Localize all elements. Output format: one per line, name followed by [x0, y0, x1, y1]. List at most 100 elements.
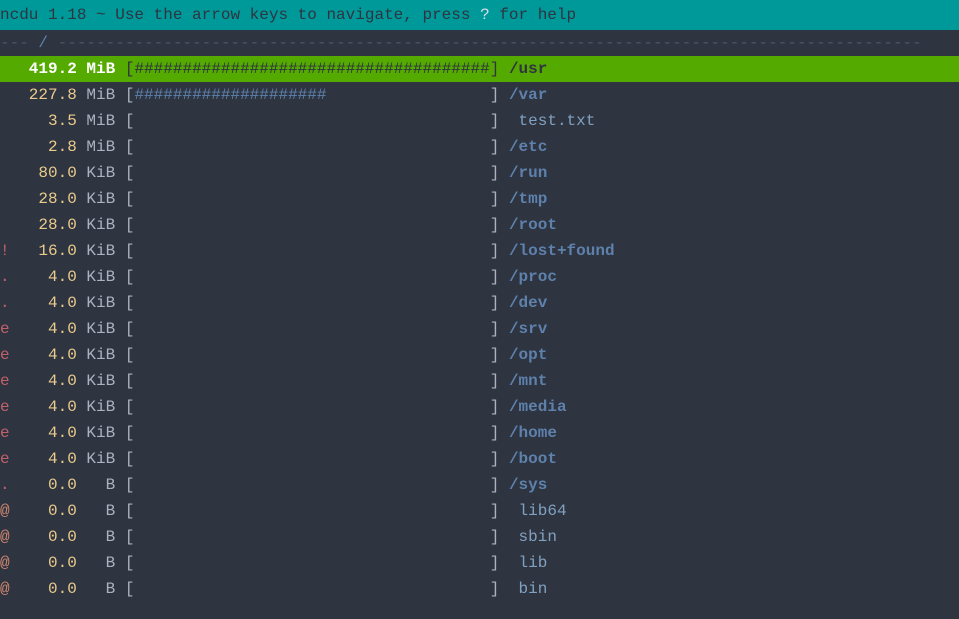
list-item[interactable]: e 4.0 KiB [ ] /srv	[0, 316, 959, 342]
list-item[interactable]: . 4.0 KiB [ ] /proc	[0, 264, 959, 290]
row-name: /tmp	[509, 190, 547, 208]
row-name: /srv	[509, 320, 547, 338]
row-flag: e	[0, 342, 10, 368]
size-bar	[134, 372, 489, 390]
list-item[interactable]: @ 0.0 B [ ] bin	[0, 576, 959, 602]
row-size: 4.0	[10, 372, 77, 390]
list-item[interactable]: e 4.0 KiB [ ] /mnt	[0, 368, 959, 394]
row-unit: KiB	[86, 164, 115, 182]
row-size: 80.0	[10, 164, 77, 182]
row-flag	[0, 134, 10, 160]
row-unit: KiB	[86, 268, 115, 286]
list-item[interactable]: . 0.0 B [ ] /sys	[0, 472, 959, 498]
row-name: /mnt	[509, 372, 547, 390]
size-bar	[134, 424, 489, 442]
bracket-open: [	[125, 242, 135, 260]
list-item[interactable]: 80.0 KiB [ ] /run	[0, 160, 959, 186]
row-size: 4.0	[10, 268, 77, 286]
row-flag: .	[0, 290, 10, 316]
row-unit: B	[86, 502, 115, 520]
row-unit: KiB	[86, 242, 115, 260]
bracket-open: [	[125, 268, 135, 286]
bracket-open: [	[125, 190, 135, 208]
row-size: 0.0	[10, 502, 77, 520]
row-flag	[0, 108, 10, 134]
row-flag	[0, 160, 10, 186]
row-unit: KiB	[86, 320, 115, 338]
row-flag: !	[0, 238, 10, 264]
size-bar	[134, 138, 489, 156]
row-size: 0.0	[10, 580, 77, 598]
bracket-open: [	[125, 502, 135, 520]
bracket-close: ]	[490, 242, 500, 260]
list-item[interactable]: ! 16.0 KiB [ ] /lost+found	[0, 238, 959, 264]
bracket-open: [	[125, 450, 135, 468]
size-bar	[134, 164, 489, 182]
row-size: 4.0	[10, 398, 77, 416]
bracket-close: ]	[490, 138, 500, 156]
row-name: /root	[509, 216, 557, 234]
size-bar	[134, 268, 489, 286]
size-bar	[134, 190, 489, 208]
bracket-close: ]	[490, 164, 500, 182]
list-item[interactable]: 28.0 KiB [ ] /root	[0, 212, 959, 238]
row-flag: @	[0, 524, 10, 550]
size-bar	[134, 216, 489, 234]
bracket-close: ]	[490, 476, 500, 494]
file-list[interactable]: 419.2 MiB [#############################…	[0, 56, 959, 602]
size-bar: #####################################	[134, 60, 489, 78]
breadcrumb-dashes-left: ---	[0, 34, 38, 52]
bracket-close: ]	[490, 294, 500, 312]
list-item[interactable]: 419.2 MiB [#############################…	[0, 56, 959, 82]
row-unit: KiB	[86, 346, 115, 364]
list-item[interactable]: 3.5 MiB [ ] test.txt	[0, 108, 959, 134]
bracket-open: [	[125, 112, 135, 130]
row-name: /media	[509, 398, 567, 416]
bracket-close: ]	[490, 268, 500, 286]
list-item[interactable]: 2.8 MiB [ ] /etc	[0, 134, 959, 160]
row-unit: MiB	[86, 112, 115, 130]
row-unit: MiB	[86, 86, 115, 104]
list-item[interactable]: . 4.0 KiB [ ] /dev	[0, 290, 959, 316]
bracket-close: ]	[490, 554, 500, 572]
row-size: 0.0	[10, 554, 77, 572]
row-name: /var	[509, 86, 547, 104]
list-item[interactable]: 227.8 MiB [#################### ] /var	[0, 82, 959, 108]
row-unit: KiB	[86, 450, 115, 468]
row-unit: B	[86, 528, 115, 546]
bracket-close: ]	[490, 502, 500, 520]
bracket-close: ]	[490, 60, 500, 78]
bracket-open: [	[125, 60, 135, 78]
row-size: 28.0	[10, 190, 77, 208]
size-bar	[134, 528, 489, 546]
row-size: 0.0	[10, 528, 77, 546]
list-item[interactable]: @ 0.0 B [ ] lib64	[0, 498, 959, 524]
row-name: /etc	[509, 138, 547, 156]
list-item[interactable]: e 4.0 KiB [ ] /opt	[0, 342, 959, 368]
row-size: 4.0	[10, 424, 77, 442]
header-bar: ncdu 1.18 ~ Use the arrow keys to naviga…	[0, 0, 959, 30]
row-size: 2.8	[10, 138, 77, 156]
bracket-close: ]	[490, 346, 500, 364]
list-item[interactable]: e 4.0 KiB [ ] /boot	[0, 446, 959, 472]
size-bar	[134, 476, 489, 494]
row-unit: MiB	[86, 60, 115, 78]
list-item[interactable]: e 4.0 KiB [ ] /home	[0, 420, 959, 446]
bracket-open: [	[125, 138, 135, 156]
bracket-close: ]	[490, 372, 500, 390]
size-bar	[134, 398, 489, 416]
list-item[interactable]: @ 0.0 B [ ] sbin	[0, 524, 959, 550]
row-unit: KiB	[86, 398, 115, 416]
bracket-close: ]	[490, 580, 500, 598]
bracket-close: ]	[490, 216, 500, 234]
bracket-open: [	[125, 164, 135, 182]
list-item[interactable]: @ 0.0 B [ ] lib	[0, 550, 959, 576]
list-item[interactable]: 28.0 KiB [ ] /tmp	[0, 186, 959, 212]
list-item[interactable]: e 4.0 KiB [ ] /media	[0, 394, 959, 420]
size-bar: ####################	[134, 86, 489, 104]
row-flag: @	[0, 576, 10, 602]
row-size: 4.0	[10, 294, 77, 312]
row-size: 28.0	[10, 216, 77, 234]
bracket-open: [	[125, 86, 135, 104]
size-bar	[134, 320, 489, 338]
